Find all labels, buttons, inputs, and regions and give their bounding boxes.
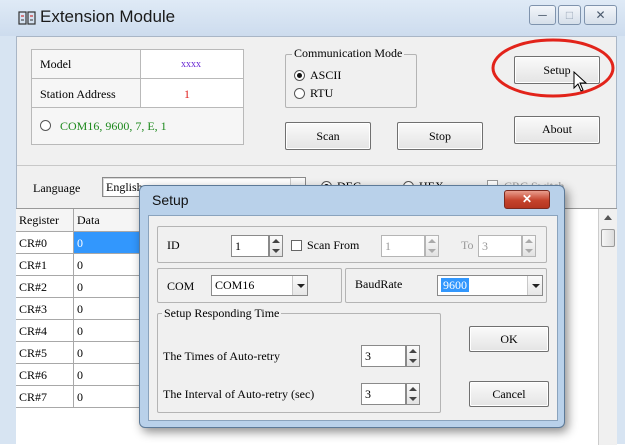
ok-button[interactable]: OK	[469, 326, 549, 352]
interval-label: The Interval of Auto-retry (sec)	[163, 387, 315, 401]
rtu-label: RTU	[310, 86, 334, 100]
model-label: Model	[40, 57, 72, 71]
scrollbar-thumb[interactable]	[601, 229, 615, 247]
connection-cell: COM16, 9600, 7, E, 1	[31, 107, 244, 145]
id-field[interactable]: 1	[231, 235, 269, 257]
register-cell[interactable]: CR#4	[16, 320, 74, 342]
scan-from-spinner[interactable]	[425, 235, 439, 257]
scan-from-field[interactable]: 1	[381, 235, 425, 257]
rtu-radio[interactable]	[294, 88, 305, 99]
register-cell[interactable]: CR#5	[16, 342, 74, 364]
scroll-up-icon[interactable]	[604, 215, 612, 220]
window-title: Extension Module	[40, 7, 176, 26]
register-cell[interactable]: CR#1	[16, 254, 74, 276]
setup-dialog-body: ID 1 Scan From 1 To 3 COM COM16 BaudRate…	[148, 215, 558, 421]
register-cell[interactable]: CR#7	[16, 386, 74, 408]
connection-radio[interactable]	[40, 120, 51, 131]
maximize-button[interactable]: □	[558, 5, 581, 25]
com-select[interactable]: COM16	[211, 275, 308, 296]
station-value: 1	[184, 87, 190, 101]
scan-from-label: Scan From	[307, 238, 360, 252]
station-label-cell: Station Address	[31, 78, 141, 108]
comm-mode-group: Communication Mode ASCII RTU	[285, 46, 417, 108]
minimize-button[interactable]: ─	[529, 5, 556, 25]
scan-button[interactable]: Scan	[285, 122, 371, 150]
cancel-button[interactable]: Cancel	[469, 381, 549, 407]
scan-from-checkbox[interactable]	[291, 240, 302, 251]
com-value: COM16	[215, 278, 255, 292]
connection-text: COM16, 9600, 7, E, 1	[60, 119, 167, 133]
ascii-label: ASCII	[310, 68, 342, 82]
ascii-radio[interactable]	[294, 70, 305, 81]
retry-spinner[interactable]	[406, 345, 420, 367]
divider	[17, 165, 616, 166]
language-label: Language	[33, 181, 81, 195]
close-button[interactable]: ✕	[584, 5, 617, 25]
model-value: xxxx	[181, 59, 201, 70]
model-value-cell: xxxx	[140, 49, 244, 79]
baud-value: 9600	[441, 278, 469, 292]
app-icon	[18, 11, 36, 25]
register-cell[interactable]: CR#3	[16, 298, 74, 320]
station-value-cell: 1	[140, 78, 244, 108]
interval-spinner[interactable]	[406, 383, 420, 405]
to-field[interactable]: 3	[478, 235, 522, 257]
id-spinner[interactable]	[269, 235, 283, 257]
register-cell[interactable]: CR#2	[16, 276, 74, 298]
language-value: English	[106, 180, 143, 194]
register-cell[interactable]: CR#0	[16, 232, 74, 254]
to-spinner[interactable]	[522, 235, 536, 257]
chevron-down-icon[interactable]	[292, 276, 307, 295]
responding-time-title: Setup Responding Time	[162, 306, 282, 321]
highlight-ring	[491, 38, 615, 98]
to-label: To	[461, 238, 474, 252]
setup-dialog-title: Setup	[152, 192, 189, 208]
column-header-register[interactable]: Register	[16, 209, 74, 232]
id-label: ID	[167, 238, 180, 252]
comm-mode-title: Communication Mode	[292, 46, 405, 61]
vertical-scrollbar[interactable]	[598, 209, 617, 445]
title-bar[interactable]: Extension Module ─ □ ✕	[0, 0, 625, 36]
chevron-down-icon[interactable]	[527, 276, 542, 295]
retry-field[interactable]: 3	[361, 345, 406, 367]
baud-select[interactable]: 9600	[437, 275, 543, 296]
setup-dialog: Setup ✕ ID 1 Scan From 1 To 3 COM COM16 …	[139, 185, 565, 428]
baud-label: BaudRate	[355, 277, 403, 291]
station-label: Station Address	[40, 87, 116, 101]
model-label-cell: Model	[31, 49, 141, 79]
com-label: COM	[167, 279, 195, 293]
interval-field[interactable]: 3	[361, 383, 406, 405]
register-cell[interactable]: CR#6	[16, 364, 74, 386]
setup-close-button[interactable]: ✕	[504, 190, 550, 209]
about-button[interactable]: About	[514, 116, 600, 144]
cursor-icon	[573, 71, 588, 92]
retry-label: The Times of Auto-retry	[163, 349, 280, 363]
stop-button[interactable]: Stop	[397, 122, 483, 150]
